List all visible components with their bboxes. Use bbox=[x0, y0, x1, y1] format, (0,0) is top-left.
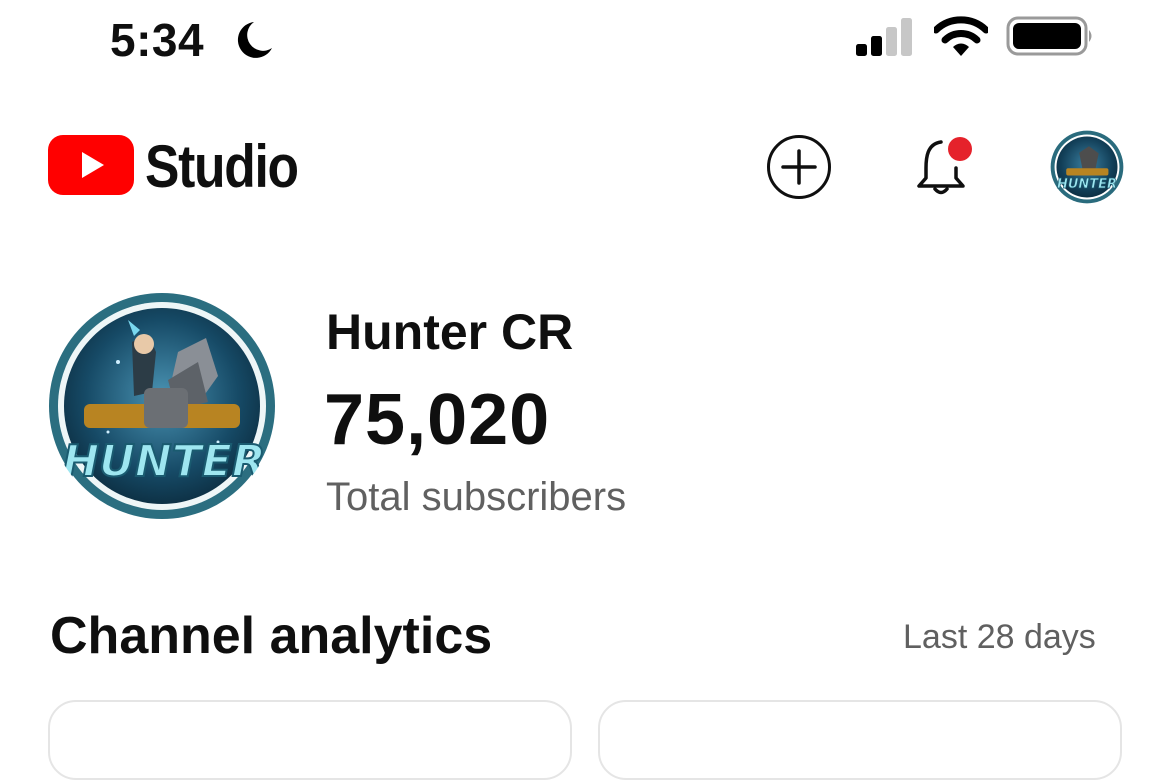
avatar-logo-text: HUNTER bbox=[1057, 177, 1117, 192]
channel-avatar-image: HUNTER bbox=[49, 293, 275, 519]
battery-icon bbox=[1006, 16, 1092, 56]
account-avatar-button[interactable]: HUNTER bbox=[1050, 130, 1124, 204]
create-button[interactable] bbox=[766, 134, 832, 200]
avatar-image: HUNTER bbox=[1050, 130, 1124, 204]
channel-name: Hunter CR bbox=[326, 304, 574, 360]
subscriber-count-label: Total subscribers bbox=[326, 475, 627, 519]
analytics-card[interactable] bbox=[598, 700, 1122, 780]
youtube-logo-icon[interactable] bbox=[48, 135, 134, 195]
wifi-icon bbox=[934, 16, 988, 56]
subscriber-count: 75,020 bbox=[324, 380, 551, 460]
cellular-signal-icon bbox=[856, 18, 912, 56]
channel-analytics-title: Channel analytics bbox=[50, 607, 493, 665]
studio-brand-text: Studio bbox=[145, 133, 299, 200]
analytics-date-range[interactable]: Last 28 days bbox=[903, 614, 1096, 660]
channel-avatar: HUNTER bbox=[48, 292, 276, 520]
status-time: 5:34 bbox=[110, 14, 205, 66]
channel-avatar-logo-text: HUNTER bbox=[62, 436, 265, 487]
analytics-card[interactable] bbox=[48, 700, 572, 780]
notification-badge bbox=[948, 137, 972, 161]
moon-icon bbox=[237, 22, 272, 58]
notifications-button[interactable] bbox=[910, 132, 980, 202]
